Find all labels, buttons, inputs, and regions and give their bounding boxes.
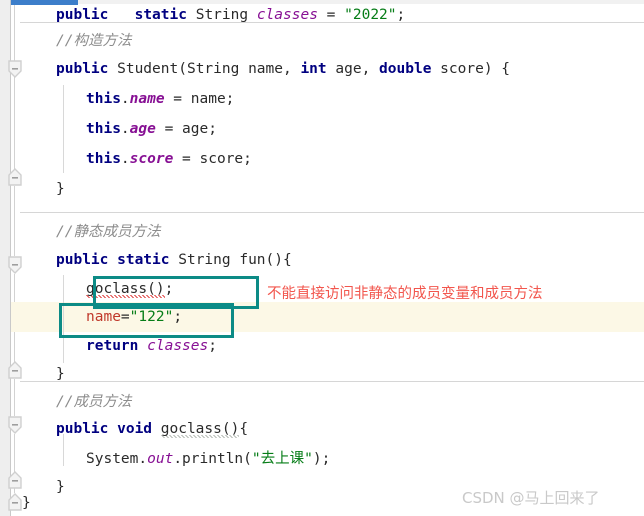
line-comment-member-method[interactable]: //成员方法 [56,387,131,417]
watermark: CSDN @马上回来了 [462,489,600,507]
code-token: score) { [431,61,511,77]
code-token: classes [147,338,209,354]
line-comment-constructor[interactable]: //构造方法 [56,26,131,56]
line-goclass-close[interactable]: } [56,472,65,502]
code-token: return [86,338,139,354]
line-goclass-signature[interactable]: public void goclass(){ [56,414,248,444]
code-token: String [186,7,257,23]
line-this-score[interactable]: this.score = score; [86,144,252,174]
code-token: name [129,91,165,107]
code-token: age [129,121,156,137]
code-token: int [300,61,327,77]
line-constructor-close[interactable]: } [56,174,65,204]
code-token: "2022" [344,7,397,23]
line-comment-static-method[interactable]: //静态成员方法 [56,217,160,247]
code-token: goclass() [160,421,240,438]
code-token: } [56,181,65,197]
line-this-age[interactable]: this.age = age; [86,114,217,144]
code-token: ; [396,7,406,23]
code-token: = age; [155,121,217,137]
code-token: } [56,479,65,495]
code-token: = score; [173,151,252,167]
code-token: //成员方法 [56,394,132,410]
code-area[interactable]: public static String classes = "2022"; /… [11,0,644,516]
line-class-close[interactable]: } [22,488,31,516]
code-token: Student(String name, [108,61,301,77]
code-token: double [379,61,432,77]
highlight-box-name-assign [59,303,234,338]
code-token: . [120,151,130,167]
code-token: public static [56,252,170,268]
code-token: String fun(){ [169,252,292,268]
code-token: static [134,7,187,23]
code-token: //构造方法 [56,33,132,49]
code-token: out [147,451,174,467]
code-token: } [22,495,31,511]
line-fun-close[interactable]: } [56,359,65,389]
code-token: this [86,91,121,107]
code-token: this [86,151,121,167]
code-token: public [56,61,109,77]
line-this-name[interactable]: this.name = name; [86,84,234,114]
code-editor: public static String classes = "2022"; /… [0,0,644,516]
code-token: . [120,91,130,107]
code-token: . [120,121,130,137]
code-token: .println( [173,451,252,467]
code-token: public [56,7,109,23]
code-token: score [129,151,174,167]
code-token: } [56,366,65,382]
code-token: ; [208,338,217,354]
code-token: = [317,7,345,23]
code-token: public void [56,421,153,437]
code-token: classes [256,7,318,23]
code-token: //静态成员方法 [56,224,161,240]
line-fun-signature[interactable]: public static String fun(){ [56,245,292,275]
line-println[interactable]: System.out.println("去上课"); [86,444,330,474]
code-token: { [239,421,249,437]
code-token: = name; [164,91,235,107]
code-token: ); [312,451,331,467]
code-token: this [86,121,121,137]
code-token: System. [86,451,148,467]
annotation-note: 不能直接访问非静态的成员变量和成员方法 [267,286,543,302]
line-constructor-signature[interactable]: public Student(String name, int age, dou… [56,54,510,84]
code-token: "去上课" [251,451,313,467]
code-token: age, [326,61,380,77]
